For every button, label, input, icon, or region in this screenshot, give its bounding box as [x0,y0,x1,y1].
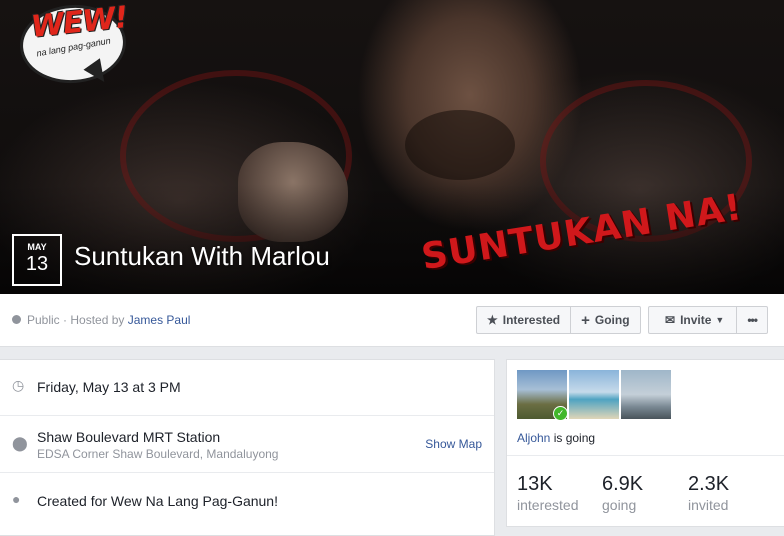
stats-divider [507,455,784,456]
created-for-text: Created for Wew Na Lang Pag-Ganun! [37,493,278,509]
chevron-down-icon: ▼ [715,315,725,325]
event-action-bar: Public · Hosted by James Paul ★ Intereste… [0,294,784,347]
stat-going[interactable]: 6.9K going [602,473,643,513]
going-label: Going [594,313,630,327]
friend-going-line: Aljohn is going [517,431,595,445]
stat-number: 2.3K [688,473,730,495]
friend-photo-3[interactable] [621,370,671,419]
clock-icon: ◷ [12,377,25,393]
envelope-icon: ✉ [665,313,676,327]
stat-label: going [602,497,637,513]
stat-invited[interactable]: 2.3K invited [688,473,729,513]
stat-number: 6.9K [602,473,644,495]
event-details-card: ◷ Friday, May 13 at 3 PM ⬤ Shaw Boulevar… [0,359,495,536]
privacy-prefix: Public · Hosted by [27,313,128,327]
privacy-info: Public · Hosted by James Paul [12,313,190,327]
event-title: Suntukan With Marlou [74,241,330,271]
group-icon: ● [12,491,21,507]
location-row[interactable]: ⬤ Shaw Boulevard MRT Station EDSA Corner… [0,415,494,473]
friend-name-link[interactable]: Aljohn [517,431,550,445]
plus-icon: + [581,311,590,329]
star-icon: ★ [487,313,498,327]
rsvp-button-group: ★ Interested + Going [476,306,641,334]
date-month: MAY [27,242,47,252]
more-options-button[interactable]: ••• [736,307,767,333]
location-name: Shaw Boulevard MRT Station [37,429,221,445]
interested-button[interactable]: ★ Interested [477,307,570,333]
friend-status: is going [550,431,596,445]
globe-icon [12,315,21,324]
invite-label: Invite [680,313,712,327]
friend-photo-2[interactable] [569,370,619,419]
check-icon: ✓ [553,406,568,421]
invite-button[interactable]: ✉ Invite ▼ [649,307,736,333]
datetime-text: Friday, May 13 at 3 PM [37,379,181,395]
host-link[interactable]: James Paul [128,313,191,327]
going-button[interactable]: + Going [570,307,639,333]
cover-photo[interactable]: WEW! na lang pag-ganun SUNTUKAN NA! MAY … [0,0,784,294]
stat-label: interested [517,497,579,513]
face-shadow [405,110,515,180]
location-address: EDSA Corner Shaw Boulevard, Mandaluyong [37,447,279,461]
date-day: 13 [25,253,49,275]
stat-interested[interactable]: 13K interested [517,473,578,513]
date-badge: MAY 13 [12,234,62,286]
interested-label: Interested [502,313,561,327]
stat-number: 13K [517,473,553,495]
stat-label: invited [688,497,729,513]
guest-summary-card: ✓ Aljohn is going 13K interested 6.9K go… [506,359,784,527]
show-map-link[interactable]: Show Map [425,437,482,451]
more-icon: ••• [747,313,758,327]
location-pin-icon: ⬤ [12,435,28,451]
invite-button-group: ✉ Invite ▼ ••• [648,306,768,334]
datetime-row[interactable]: ◷ Friday, May 13 at 3 PM [0,360,494,415]
created-for-row[interactable]: ● Created for Wew Na Lang Pag-Ganun! [0,472,494,530]
